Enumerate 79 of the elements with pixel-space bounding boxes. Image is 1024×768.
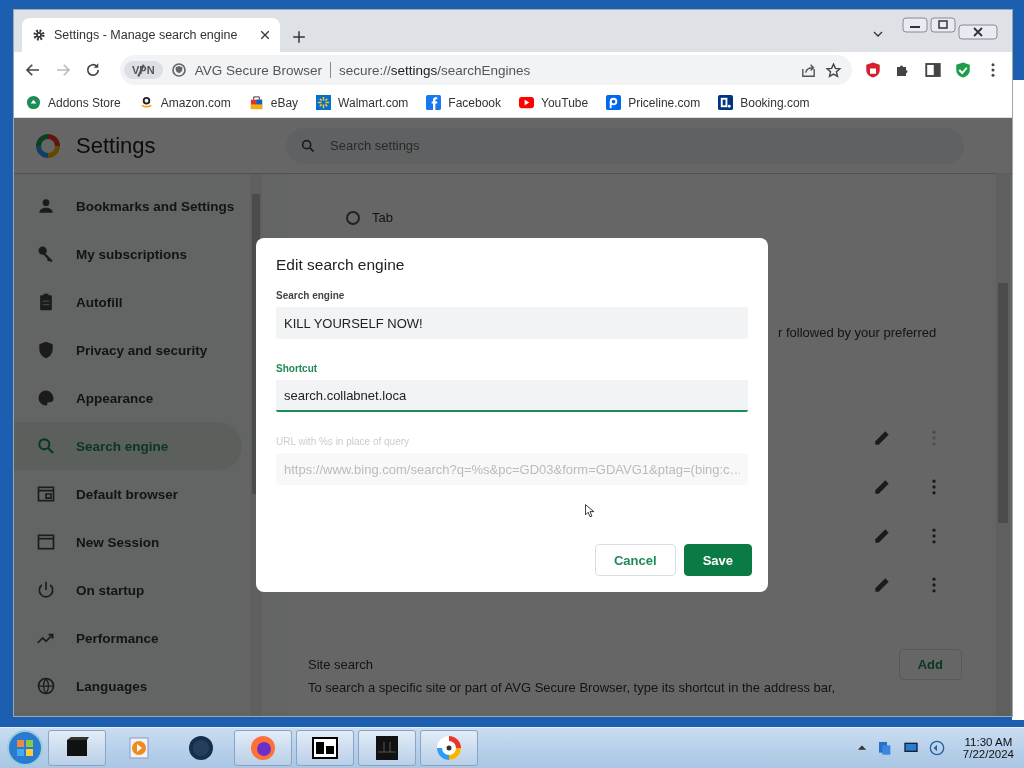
sidebar-icon[interactable] <box>924 61 942 79</box>
sidebar-item[interactable]: New Session <box>14 518 242 566</box>
radio-button[interactable] <box>346 210 360 225</box>
bag-icon <box>248 95 264 110</box>
dialog-title: Edit search engine <box>276 256 406 274</box>
pencil-icon[interactable] <box>872 575 892 595</box>
power-icon <box>36 580 56 600</box>
bookmark[interactable]: Amazon.com <box>138 95 231 110</box>
section-title: Site search <box>308 657 375 672</box>
sidebar-item[interactable]: On startup <box>14 566 242 614</box>
bookmark[interactable]: YouTube <box>519 95 589 110</box>
bookmark[interactable]: Booking.com <box>718 95 810 110</box>
circle-icon <box>26 95 41 110</box>
key-icon <box>36 244 56 264</box>
pointer-icon <box>583 504 597 518</box>
spark-icon <box>316 95 332 110</box>
sidebar-item[interactable]: Default browser <box>14 470 242 518</box>
browser-window-icon <box>36 484 56 504</box>
logo-icon <box>34 131 62 160</box>
sidebar-item[interactable]: Bookmarks and Settings <box>14 182 242 230</box>
scrollbar[interactable] <box>996 173 1010 716</box>
palette-icon <box>36 388 56 408</box>
square-icon <box>426 95 442 110</box>
site-name: AVG Secure Browser <box>194 62 322 78</box>
play-icon <box>519 95 535 110</box>
pencil-icon[interactable] <box>872 526 892 546</box>
back-arrow-icon[interactable] <box>24 61 42 79</box>
person-icon <box>36 196 56 216</box>
bookmark[interactable]: Priceline.com <box>606 95 701 110</box>
taskbar-button[interactable] <box>296 730 354 766</box>
sidebar-item[interactable]: Appearance <box>14 374 242 422</box>
taskbar-button[interactable] <box>358 730 416 766</box>
shield-icon <box>36 340 56 360</box>
bookmark[interactable]: eBay <box>248 95 299 110</box>
search-icon <box>36 436 56 456</box>
close-icon[interactable] <box>260 30 270 40</box>
start-orb-icon[interactable] <box>6 729 44 767</box>
description-text: To search a specific site or part of AVG Secure Browser, type its shortcut in the address bar, <box>308 680 837 695</box>
star-icon[interactable] <box>825 61 842 79</box>
plus-icon[interactable] <box>292 30 306 44</box>
save-button[interactable]: Save <box>683 544 752 576</box>
input-field[interactable]: KILL YOURSELF NOW! <box>276 307 748 339</box>
pencil-icon[interactable] <box>872 428 892 448</box>
badge-icon <box>718 95 734 110</box>
speaker-icon[interactable] <box>928 740 945 756</box>
pencil-icon[interactable] <box>872 477 892 497</box>
archive-icon <box>311 734 339 762</box>
page-title: Settings <box>76 132 157 159</box>
taskbar-button[interactable] <box>234 730 292 766</box>
shield-icon[interactable] <box>864 61 882 79</box>
bookmark[interactable]: Walmart.com <box>316 95 409 110</box>
window-icon <box>36 532 56 552</box>
logo-icon <box>435 734 463 762</box>
search-field[interactable]: Search settings <box>286 127 964 164</box>
sidebar-item[interactable]: Performance <box>14 614 242 662</box>
caret-up-icon[interactable] <box>856 743 867 753</box>
input-field[interactable]: search.collabnet.loca <box>276 380 748 412</box>
description-text: r followed by your preferred <box>778 325 937 340</box>
shield-check-icon[interactable] <box>954 61 972 79</box>
search-icon <box>300 137 316 154</box>
url-text: secure://settings/searchEngines <box>338 62 532 78</box>
taskbar-button[interactable] <box>48 730 106 766</box>
field-label: Search engine <box>276 290 346 301</box>
browser-tab[interactable]: Settings - Manage search engine <box>22 18 280 52</box>
sidebar-item[interactable]: Privacy and security <box>14 326 242 374</box>
bookmark[interactable]: Addons Store <box>26 95 121 110</box>
radio-label: Tab <box>372 210 393 225</box>
bookmark[interactable]: Facebook <box>426 95 502 110</box>
field-label: Shortcut <box>276 363 319 374</box>
sidebar-item[interactable]: Autofill <box>14 278 242 326</box>
cancel-button[interactable]: Cancel <box>595 544 676 576</box>
sidebar-item[interactable]: My subscriptions <box>14 230 242 278</box>
network-icon[interactable] <box>876 740 893 756</box>
terminal-icon <box>373 734 401 762</box>
reload-icon[interactable] <box>84 61 102 79</box>
sidebar-item[interactable]: Languages <box>14 662 242 710</box>
gear-icon <box>32 28 46 42</box>
shield-icon <box>170 62 187 78</box>
clock[interactable]: 11:30 AM 7/22/2024 <box>962 736 1014 760</box>
